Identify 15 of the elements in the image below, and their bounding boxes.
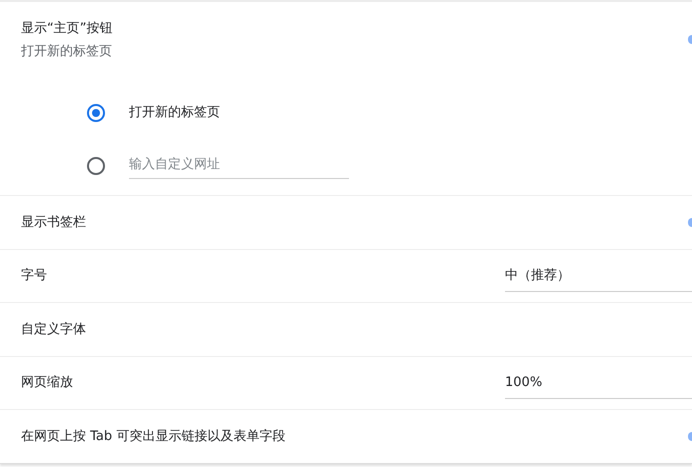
toggle-switch[interactable] <box>688 218 692 227</box>
dropdown-field[interactable]: 100% <box>505 370 692 399</box>
dropdown-field[interactable]: 中（推荐） <box>505 262 692 292</box>
setting-title: 显示“主页”按钮 <box>21 20 114 38</box>
setting-subtitle: 打开新的标签页 <box>21 42 113 60</box>
setting-label: 显示书签栏 <box>21 214 86 232</box>
radio-button[interactable] <box>87 104 105 122</box>
setting-label: 网页缩放 <box>21 374 73 392</box>
setting-label: 自定义字体 <box>21 320 86 338</box>
radio-button[interactable] <box>87 156 105 174</box>
toggle-switch[interactable] <box>688 432 692 441</box>
setting-label: 在网页上按 Tab 可突出显示链接以及表单字段 <box>21 428 286 446</box>
toggle-switch[interactable] <box>688 35 692 44</box>
setting-label: 字号 <box>21 267 47 285</box>
radio-label: 打开新的标签页 <box>129 104 220 122</box>
